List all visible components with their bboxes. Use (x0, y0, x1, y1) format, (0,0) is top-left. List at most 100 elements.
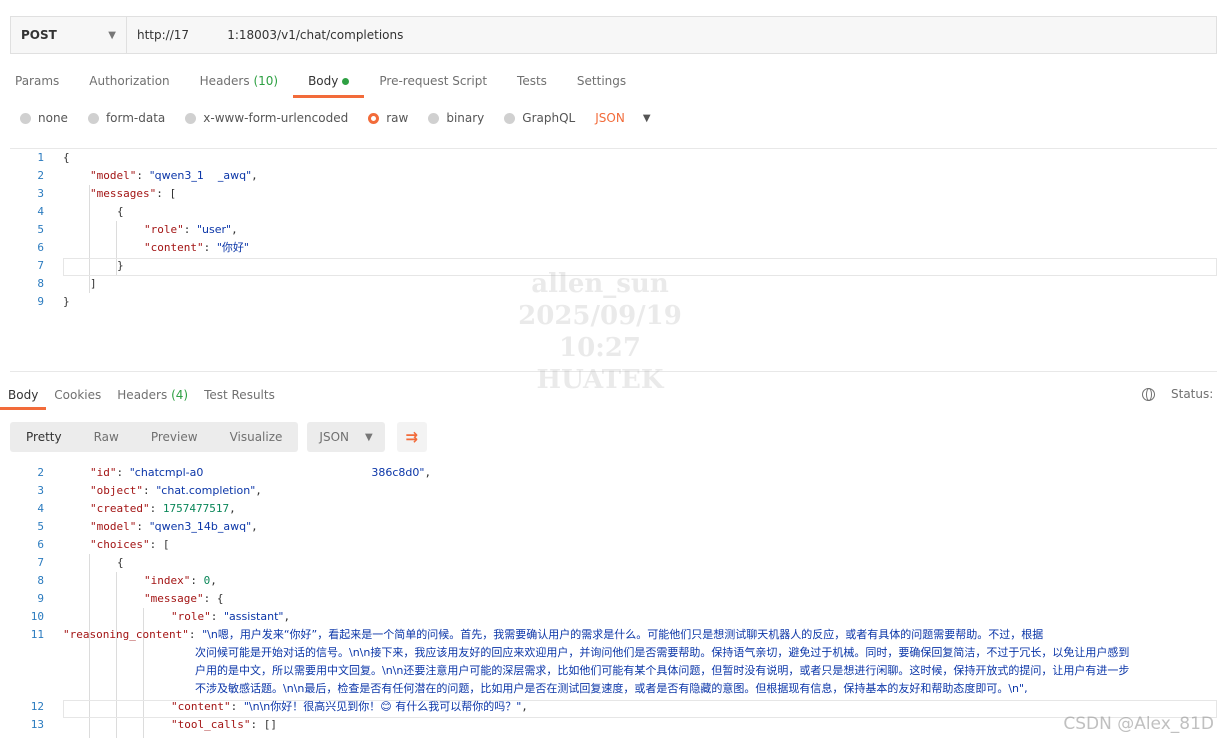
option-raw[interactable]: raw (368, 111, 408, 125)
tab-label: Headers (117, 388, 168, 402)
line-number: 6 (37, 241, 44, 254)
tab-label: Settings (576, 74, 627, 88)
code-line: 2 "id": "chatcmpl-a0 386c8d0", (10, 464, 1217, 482)
line-number: 4 (37, 502, 44, 515)
json-key: "index" (144, 574, 191, 587)
tab-body[interactable]: Body (293, 64, 365, 98)
tab-test-results[interactable]: Test Results (196, 380, 283, 410)
comma: , (229, 502, 236, 515)
tab-pre-request-script[interactable]: Pre-request Script (364, 64, 502, 98)
tab-response-headers[interactable]: Headers (4) (109, 380, 196, 410)
string-value: "assistant" (224, 610, 284, 623)
json-key: "model" (90, 169, 137, 182)
string-value: "你好" (216, 241, 249, 254)
bracket: [ (169, 187, 177, 200)
code-text: "tool_calls": [] (171, 716, 277, 734)
line-number: 3 (37, 187, 44, 200)
code-text: "model": "qwen3_14b_awq", (90, 518, 258, 536)
tab-label: Body (308, 74, 339, 88)
radio-icon (428, 112, 440, 124)
response-format-dropdown[interactable]: JSON ▼ (307, 422, 385, 452)
line-number: 8 (37, 277, 44, 290)
line-number: 6 (37, 538, 44, 551)
colon: : (190, 574, 204, 587)
json-key: "message" (144, 592, 204, 605)
tab-tests[interactable]: Tests (502, 64, 562, 98)
bracket: } (117, 259, 124, 272)
comma: , (231, 223, 238, 236)
code-line: 5 "role": "user", (10, 221, 1217, 239)
code-text: 户用的是中文，所以需要用中文回复。\n\n还要注意用户可能的深层需求，比如他们可… (195, 662, 1129, 680)
tab-response-body[interactable]: Body (0, 380, 47, 410)
bracket: { (117, 205, 124, 218)
modified-dot-icon (342, 78, 350, 85)
comma: , (255, 484, 262, 497)
format-label: JSON (319, 430, 349, 444)
line-number: 7 (37, 556, 44, 569)
json-key: "object" (90, 484, 143, 497)
globe-icon[interactable] (1142, 387, 1155, 401)
line-number: 9 (37, 295, 44, 308)
code-text: { (117, 203, 124, 221)
radio-icon (20, 112, 31, 124)
option-none[interactable]: none (20, 111, 68, 125)
json-key: "messages" (90, 187, 157, 200)
response-view-bar: Pretty Raw Preview Visualize JSON ▼ ⇉ (10, 422, 427, 452)
code-text: "message": { (144, 590, 223, 608)
json-key: "role" (171, 610, 211, 623)
view-pretty-button[interactable]: Pretty (10, 422, 78, 452)
response-body-viewer[interactable]: 2 "id": "chatcmpl-a0 386c8d0", 3 "object": … (10, 464, 1217, 738)
comma: , (424, 466, 432, 479)
method-label: POST (21, 28, 57, 42)
code-line: 3 "object": "chat.completion", (10, 482, 1217, 500)
tab-settings[interactable]: Settings (562, 64, 641, 98)
option-label: raw (386, 111, 409, 125)
status-label: Status: (1171, 387, 1214, 401)
chevron-down-icon: ▼ (108, 29, 116, 41)
watermark-date: 2025/09/19 10:27 (518, 301, 682, 363)
bracket: { (63, 151, 70, 164)
option-urlencoded[interactable]: x-www-form-urlencoded (185, 111, 348, 125)
comma: , (521, 700, 528, 713)
code-line: 11 "reasoning_content": "\n嗯，用户发来“你好”，看起来… (10, 626, 1217, 644)
view-visualize-button[interactable]: Visualize (214, 422, 299, 452)
code-line: 次问候可能是开始对话的信号。\n\n接下来，我应该用友好的回应来欢迎用户，并询问… (10, 644, 1217, 662)
code-text: "choices": [ (90, 536, 169, 554)
method-select[interactable]: POST ▼ (11, 17, 127, 53)
wrap-lines-button[interactable]: ⇉ (396, 422, 427, 452)
line-number: 10 (30, 610, 44, 623)
option-binary[interactable]: binary (428, 111, 484, 125)
option-graphql[interactable]: GraphQL (504, 111, 575, 125)
colon: : (230, 700, 244, 713)
chevron-down-icon: ▼ (364, 431, 373, 443)
code-text: "created": 1757477517, (90, 500, 236, 518)
tab-authorization[interactable]: Authorization (74, 64, 184, 98)
line-number: 2 (37, 466, 44, 479)
code-text: "content": "\n\n你好！很高兴见到你！😊 有什么我可以帮你的吗？"… (171, 698, 528, 716)
bracket: [] (263, 718, 277, 731)
bracket: { (117, 556, 124, 569)
tab-headers[interactable]: Headers (10) (185, 64, 293, 98)
view-preview-button[interactable]: Preview (135, 422, 214, 452)
string-value: "user" (197, 223, 232, 236)
line-number: 1 (37, 151, 44, 164)
tab-cookies[interactable]: Cookies (46, 380, 109, 410)
view-raw-button[interactable]: Raw (78, 422, 135, 452)
comma: , (283, 610, 291, 623)
comma: , (251, 169, 258, 182)
option-form-data[interactable]: form-data (87, 111, 165, 125)
radio-selected-icon (368, 112, 380, 124)
view-mode-group: Pretty Raw Preview Visualize (10, 422, 299, 452)
colon: : (210, 610, 224, 623)
raw-format-dropdown[interactable]: JSON ▼ (595, 111, 650, 125)
code-text: "content": "你好" (144, 239, 249, 257)
colon: : (149, 502, 163, 515)
code-line: 13 "tool_calls": [] (10, 716, 1217, 734)
chevron-down-icon: ▼ (642, 112, 651, 124)
tab-params[interactable]: Params (0, 64, 74, 98)
tab-label: Pre-request Script (379, 74, 488, 88)
url-input[interactable]: http://17 1:18003/v1/chat/completions (127, 28, 403, 42)
code-line: 4 "created": 1757477517, (10, 500, 1217, 518)
string-value: 次问候可能是开始对话的信号。\n\n接下来，我应该用友好的回应来欢迎用户，并询问… (195, 646, 1130, 659)
code-line: 6 "choices": [ (10, 536, 1217, 554)
